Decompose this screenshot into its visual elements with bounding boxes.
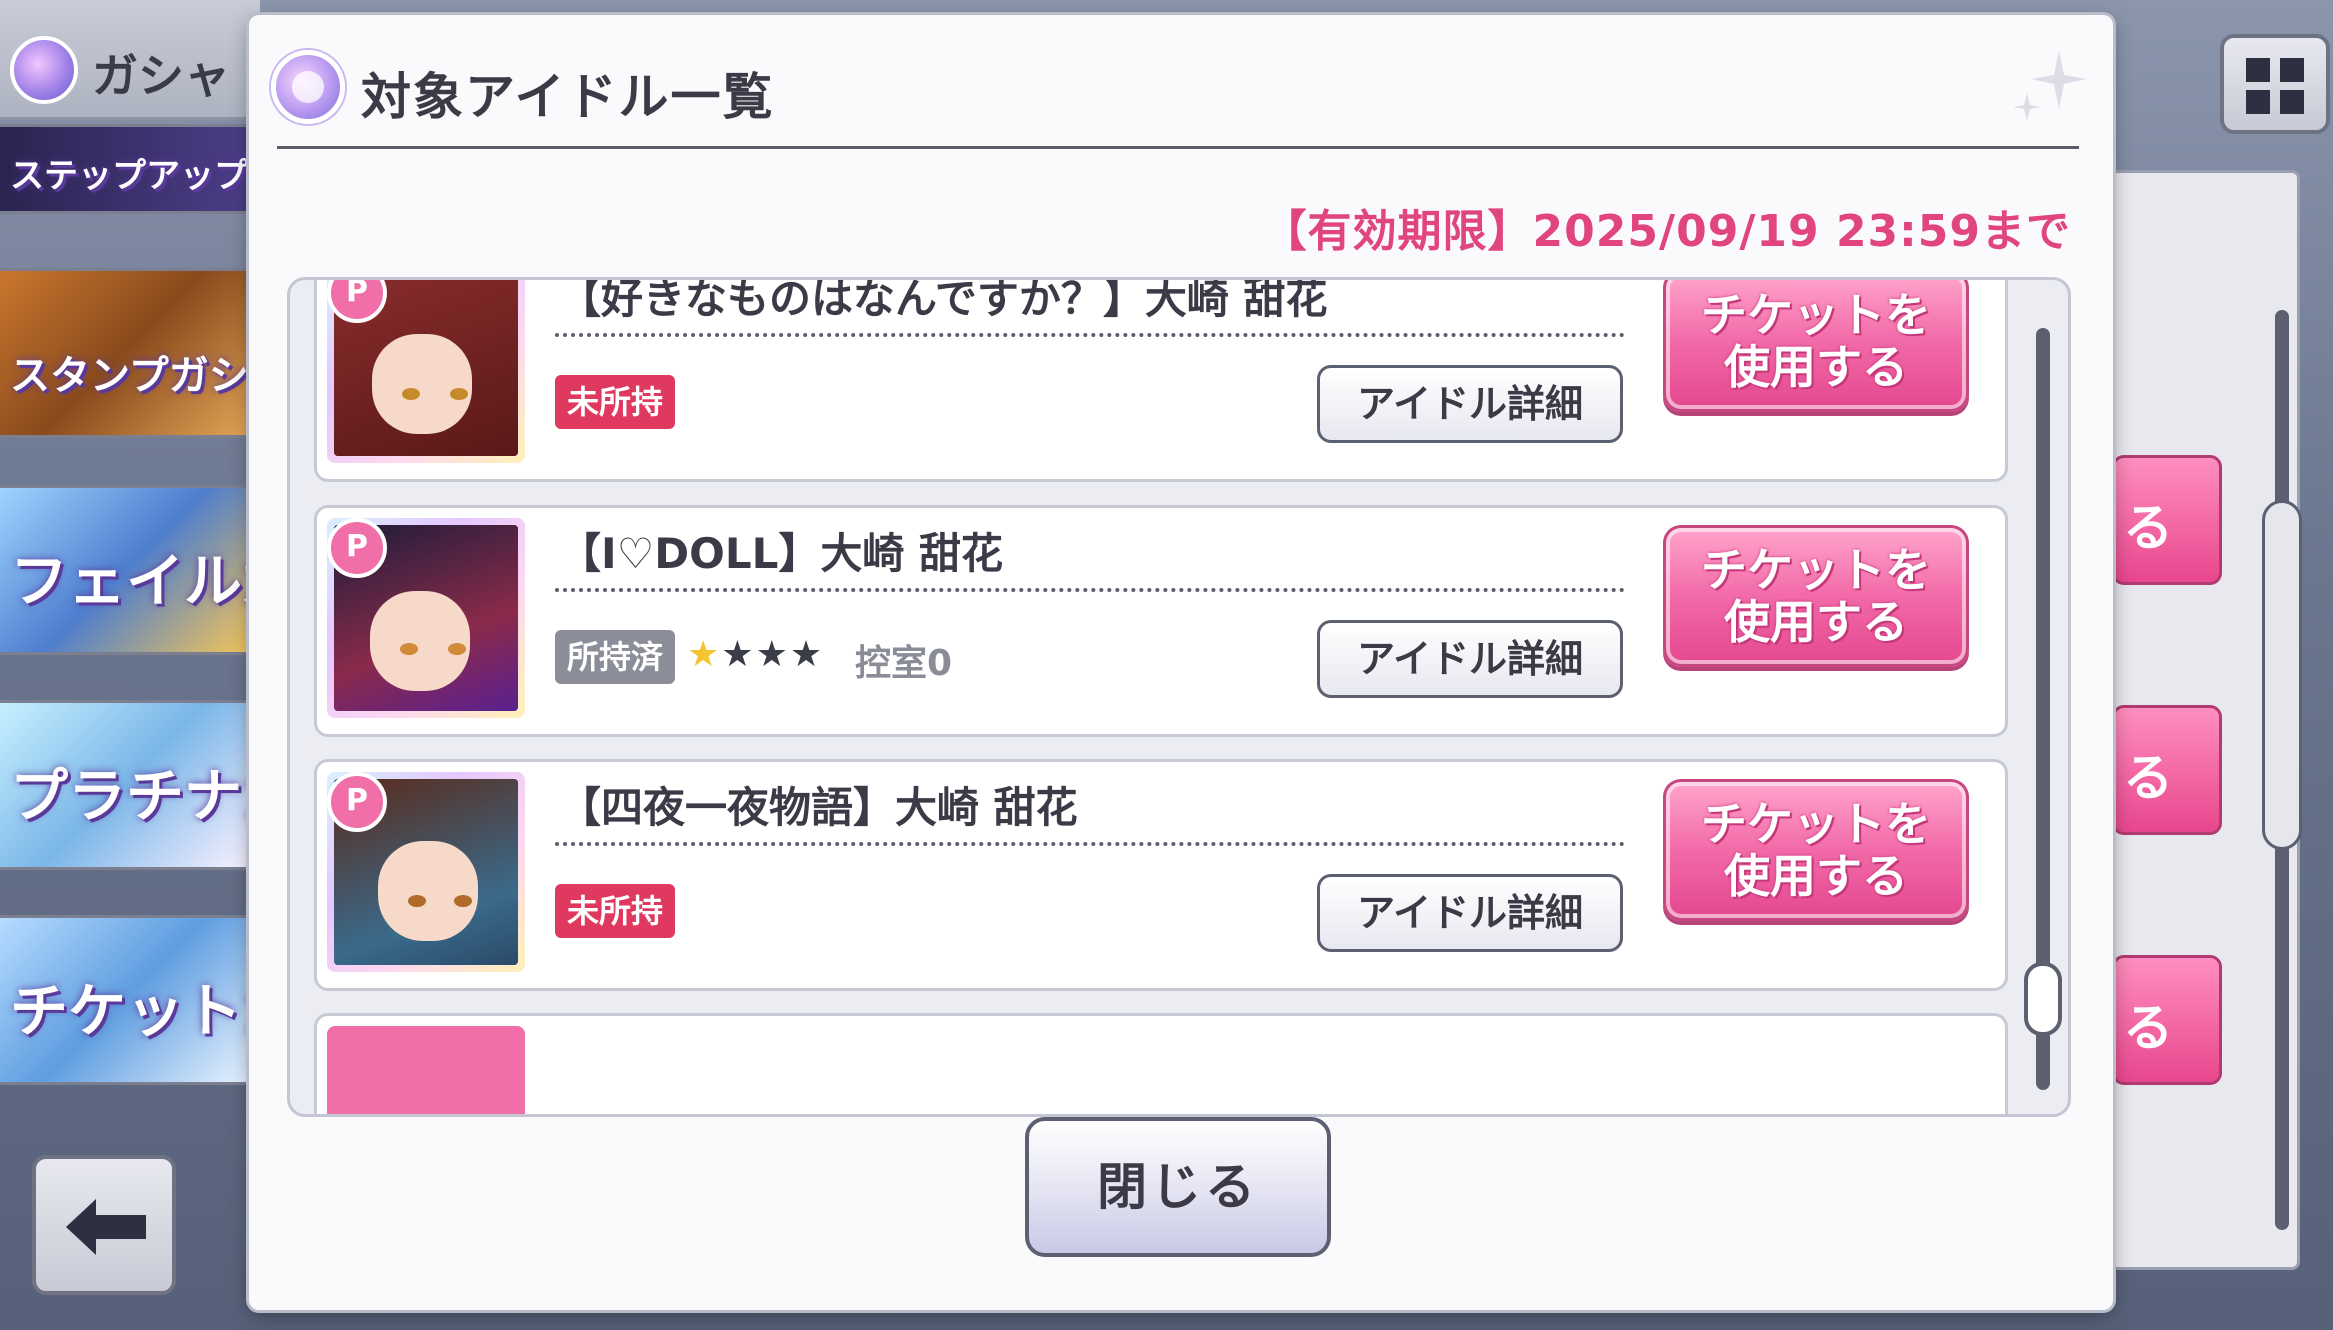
star-empty-icon: ★ bbox=[789, 634, 825, 675]
produce-badge-icon: P bbox=[327, 772, 387, 832]
banner-label: フェイルガ bbox=[10, 547, 247, 615]
idol-card-partial bbox=[314, 1013, 2008, 1114]
background-use-button: る bbox=[2112, 455, 2222, 585]
idol-portrait[interactable]: P bbox=[327, 518, 525, 718]
grid-cell bbox=[2246, 90, 2270, 114]
idol-detail-button[interactable]: アイドル詳細 bbox=[1317, 874, 1623, 952]
gacha-icon bbox=[10, 36, 78, 104]
banner-stamp[interactable]: スタンプガシャ bbox=[0, 268, 250, 438]
background-use-button: る bbox=[2112, 955, 2222, 1085]
use-ticket-label-line2: 使用する bbox=[1724, 849, 1908, 903]
grid-cell bbox=[2280, 90, 2304, 114]
modal-title: 対象アイドル一覧 bbox=[361, 68, 775, 126]
idol-card: P 【I♡DOLL】大崎 甜花 所持済 ★★★★ 控室0 アイドル詳細 チケット… bbox=[314, 505, 2008, 737]
banner-fail[interactable]: フェイルガ bbox=[0, 485, 250, 655]
banner-step-up[interactable]: ステップアップ bbox=[0, 124, 250, 214]
banner-ticket[interactable]: チケットガ bbox=[0, 915, 250, 1085]
use-ticket-button[interactable]: チケットを 使用する bbox=[1663, 779, 1969, 921]
target-idol-list-modal: 対象アイドル一覧 【有効期限】2025/09/19 23:59まで P 【好きな… bbox=[249, 15, 2113, 1310]
idol-portrait[interactable] bbox=[327, 1026, 525, 1114]
use-ticket-label-line1: チケットを bbox=[1701, 543, 1931, 597]
use-ticket-button[interactable]: チケットを 使用する bbox=[1663, 525, 1969, 667]
star-empty-icon: ★ bbox=[755, 634, 790, 675]
banner-label: チケットガ bbox=[10, 977, 247, 1045]
status-badge: 未所持 bbox=[555, 375, 676, 429]
idol-card: P 【四夜一夜物語】大崎 甜花 未所持 アイドル詳細 チケットを 使用する bbox=[314, 759, 2008, 991]
use-ticket-label-line2: 使用する bbox=[1724, 595, 1908, 649]
use-ticket-label-line2: 使用する bbox=[1724, 340, 1908, 394]
produce-badge-icon: P bbox=[327, 518, 387, 578]
dotted-divider bbox=[555, 842, 1625, 846]
banner-label: スタンプガシャ bbox=[10, 353, 249, 399]
idol-list[interactable]: P 【好きなものはなんですか？】大崎 甜花 未所持 アイドル詳細 チケットを 使… bbox=[287, 277, 2071, 1117]
idol-name: 【I♡DOLL】大崎 甜花 bbox=[559, 529, 1003, 578]
back-arrow-icon bbox=[66, 1199, 146, 1255]
use-ticket-label-line1: チケットを bbox=[1701, 797, 1931, 851]
waiting-room-count: 控室0 bbox=[855, 643, 953, 684]
idol-detail-button[interactable]: アイドル詳細 bbox=[1317, 620, 1623, 698]
dotted-divider bbox=[555, 333, 1625, 337]
idol-detail-button[interactable]: アイドル詳細 bbox=[1317, 365, 1623, 443]
sparkle-icon bbox=[2013, 51, 2087, 121]
idol-name: 【好きなものはなんですか？】大崎 甜花 bbox=[559, 277, 1328, 323]
background-use-button: る bbox=[2112, 705, 2222, 835]
use-ticket-label-line1: チケットを bbox=[1701, 288, 1931, 342]
idol-card: P 【好きなものはなんですか？】大崎 甜花 未所持 アイドル詳細 チケットを 使… bbox=[314, 277, 2008, 482]
menu-grid-button[interactable] bbox=[2220, 34, 2330, 134]
star-filled-icon: ★ bbox=[687, 634, 722, 675]
status-badge: 未所持 bbox=[555, 884, 676, 938]
back-button[interactable] bbox=[32, 1155, 176, 1295]
list-scrollbar-thumb[interactable] bbox=[2024, 962, 2062, 1036]
rank-stars: ★★★★ bbox=[687, 634, 824, 675]
idol-portrait[interactable]: P bbox=[327, 772, 525, 972]
idol-portrait[interactable]: P bbox=[327, 280, 525, 463]
modal-title-icon bbox=[271, 50, 345, 124]
banner-platinum[interactable]: プラチナガ bbox=[0, 700, 250, 870]
close-button[interactable]: 閉じる bbox=[1025, 1117, 1331, 1257]
banner-label: ステップアップ bbox=[10, 156, 248, 196]
gacha-header: ガシャ bbox=[0, 0, 260, 120]
star-empty-icon: ★ bbox=[721, 634, 756, 675]
grid-cell bbox=[2246, 58, 2270, 82]
banner-label: プラチナガ bbox=[10, 762, 247, 830]
status-badge: 所持済 bbox=[555, 630, 676, 684]
expiry-date: 【有効期限】2025/09/19 23:59まで bbox=[1262, 206, 2071, 257]
grid-cell bbox=[2280, 58, 2304, 82]
idol-name: 【四夜一夜物語】大崎 甜花 bbox=[559, 783, 1078, 832]
use-ticket-button[interactable]: チケットを 使用する bbox=[1663, 280, 1969, 412]
background-scrollbar-thumb bbox=[2262, 500, 2302, 850]
dotted-divider bbox=[555, 588, 1625, 592]
gacha-header-title: ガシャ bbox=[92, 49, 230, 103]
title-divider bbox=[277, 146, 2079, 149]
